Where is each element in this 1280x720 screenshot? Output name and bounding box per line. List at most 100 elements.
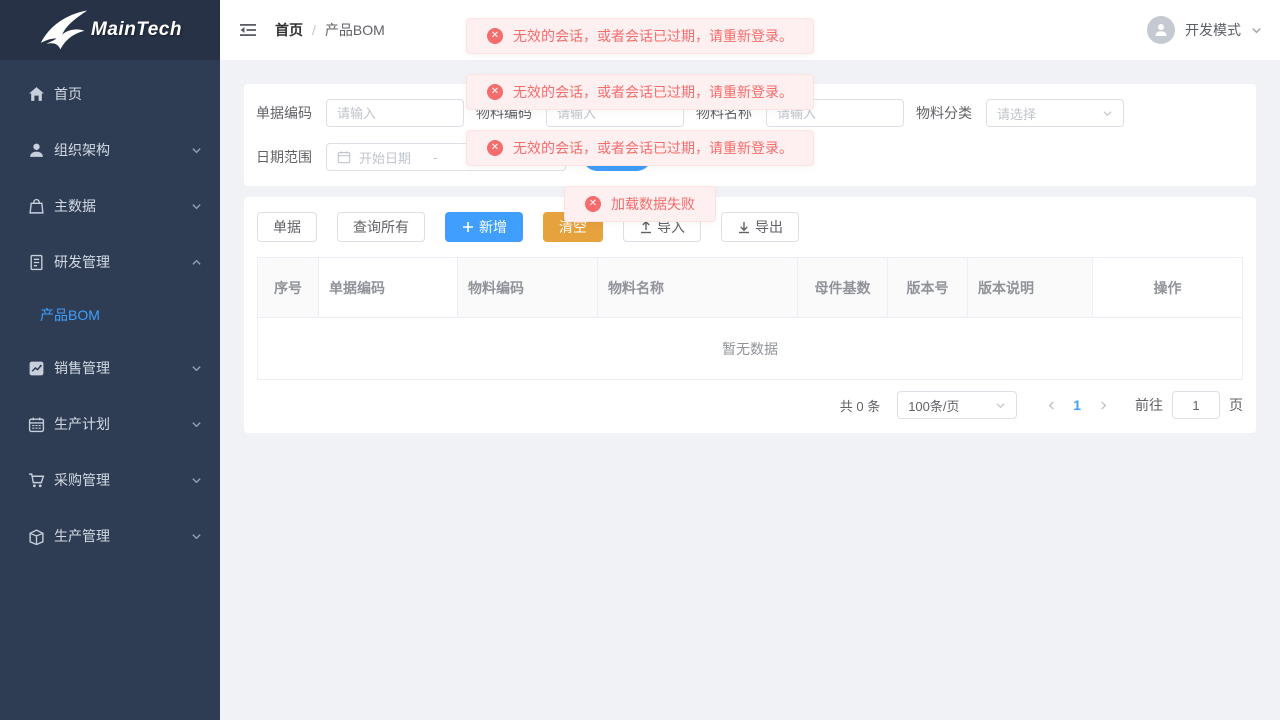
chart-icon	[28, 360, 45, 377]
toast-message: 无效的会话，或者会话已过期，请重新登录。	[513, 26, 793, 46]
error-circle-icon: ✕	[487, 84, 503, 100]
chevron-down-icon	[191, 201, 202, 212]
field-label-material-category: 物料分类	[916, 103, 973, 123]
page-size-value: 100条/页	[908, 396, 959, 415]
sidebar-fold-icon[interactable]	[238, 20, 258, 40]
sidebar-item-organization[interactable]: 组织架构	[0, 122, 220, 178]
home-icon	[28, 86, 45, 103]
column-header-version-note: 版本说明	[968, 258, 1093, 318]
avatar	[1147, 16, 1175, 44]
sidebar-item-label: 采购管理	[54, 470, 110, 490]
breadcrumb-separator: /	[312, 22, 316, 38]
add-button-label: 新增	[479, 217, 507, 237]
sidebar-item-label: 生产管理	[54, 526, 110, 546]
breadcrumb-home[interactable]: 首页	[275, 20, 303, 40]
bag-icon	[28, 198, 45, 215]
sidebar-item-label: 销售管理	[54, 358, 110, 378]
error-circle-icon: ✕	[487, 140, 503, 156]
document-icon	[28, 254, 45, 271]
sidebar: MainTech 首页 组织架构 主数据 研发管理	[0, 0, 220, 720]
next-page-icon[interactable]	[1095, 400, 1111, 411]
table-empty-state: 暂无数据	[258, 318, 1242, 379]
column-header-parent-base: 母件基数	[798, 258, 888, 318]
user-menu[interactable]: 开发模式	[1147, 16, 1262, 44]
column-header-material-code: 物料编码	[458, 258, 598, 318]
bom-table: 序号 单据编码 物料编码 物料名称 母件基数 版本号 版本说明 操作 暂无数据	[257, 257, 1243, 380]
sidebar-item-label: 研发管理	[54, 252, 110, 272]
current-page-number[interactable]: 1	[1073, 397, 1081, 413]
add-button[interactable]: 新增	[445, 212, 523, 242]
brand-swoosh-icon	[38, 9, 90, 51]
goto-label: 前往	[1135, 395, 1163, 415]
plus-icon	[461, 220, 475, 234]
date-start-placeholder: 开始日期	[359, 148, 411, 167]
material-category-select[interactable]: 请选择	[986, 99, 1124, 127]
toast-message: 无效的会话，或者会话已过期，请重新登录。	[513, 138, 793, 158]
sidebar-item-production-management[interactable]: 生产管理	[0, 508, 220, 564]
doc-code-input[interactable]	[326, 99, 464, 127]
column-header-actions: 操作	[1093, 258, 1242, 318]
field-label-doc-code: 单据编码	[256, 103, 313, 123]
user-icon	[28, 142, 45, 159]
breadcrumb: 首页 / 产品BOM	[275, 20, 385, 40]
calendar-icon	[337, 150, 351, 164]
sidebar-item-purchasing-management[interactable]: 采购管理	[0, 452, 220, 508]
chevron-down-icon	[1251, 25, 1262, 36]
column-header-version: 版本号	[888, 258, 968, 318]
toast-message: 加载数据失败	[611, 194, 695, 214]
sidebar-menu: 首页 组织架构 主数据 研发管理 产品BOM	[0, 60, 220, 564]
toast-session-error-1: ✕ 无效的会话，或者会话已过期，请重新登录。	[466, 18, 814, 54]
export-button-label: 导出	[755, 217, 783, 237]
sidebar-item-label: 组织架构	[54, 140, 110, 160]
toast-load-data-failed: ✕ 加载数据失败	[564, 186, 716, 222]
date-separator: -	[433, 150, 437, 165]
export-button[interactable]: 导出	[721, 212, 799, 242]
sidebar-item-production-plan[interactable]: 生产计划	[0, 396, 220, 452]
toolbar: 单据 查询所有 新增 清空 导入 导出	[257, 212, 1243, 242]
document-button[interactable]: 单据	[257, 212, 317, 242]
box-icon	[28, 528, 45, 545]
sidebar-item-sales-management[interactable]: 销售管理	[0, 340, 220, 396]
pagination: 共 0 条 100条/页 1 前往 页	[257, 391, 1243, 419]
chevron-down-icon	[191, 363, 202, 374]
error-circle-icon: ✕	[585, 196, 601, 212]
chevron-down-icon	[995, 400, 1006, 411]
cart-icon	[28, 472, 45, 489]
prev-page-icon[interactable]	[1043, 400, 1059, 411]
chevron-down-icon	[191, 145, 202, 156]
brand-logo: MainTech	[0, 0, 220, 60]
download-icon	[737, 220, 751, 234]
select-placeholder: 请选择	[997, 104, 1036, 123]
query-all-button[interactable]: 查询所有	[337, 212, 425, 242]
calendar-icon	[28, 416, 45, 433]
chevron-down-icon	[191, 475, 202, 486]
goto-page-input[interactable]	[1172, 391, 1220, 419]
chevron-down-icon	[1102, 108, 1113, 119]
breadcrumb-current: 产品BOM	[325, 20, 385, 40]
brand-name: MainTech	[91, 19, 182, 41]
page-size-select[interactable]: 100条/页	[897, 391, 1017, 419]
upload-icon	[639, 220, 653, 234]
sidebar-item-label: 首页	[54, 84, 82, 104]
sidebar-item-label: 主数据	[54, 196, 96, 216]
chevron-down-icon	[191, 419, 202, 430]
column-header-doc-code: 单据编码	[319, 258, 458, 318]
sidebar-item-home[interactable]: 首页	[0, 66, 220, 122]
user-mode-label: 开发模式	[1185, 20, 1241, 40]
error-circle-icon: ✕	[487, 28, 503, 44]
table-header-row: 序号 单据编码 物料编码 物料名称 母件基数 版本号 版本说明 操作	[258, 258, 1242, 318]
column-header-index: 序号	[258, 258, 319, 318]
toast-message: 无效的会话，或者会话已过期，请重新登录。	[513, 82, 793, 102]
sidebar-item-label: 生产计划	[54, 414, 110, 434]
sidebar-item-rnd-management[interactable]: 研发管理	[0, 234, 220, 290]
toast-session-error-2: ✕ 无效的会话，或者会话已过期，请重新登录。	[466, 74, 814, 110]
sidebar-item-master-data[interactable]: 主数据	[0, 178, 220, 234]
sidebar-subitem-label: 产品BOM	[40, 305, 100, 325]
chevron-up-icon	[191, 257, 202, 268]
column-header-material-name: 物料名称	[598, 258, 798, 318]
sidebar-subitem-product-bom[interactable]: 产品BOM	[0, 290, 220, 340]
chevron-down-icon	[191, 531, 202, 542]
table-panel: 单据 查询所有 新增 清空 导入 导出 序号 单据编码 物料编码 物料名称 母件…	[244, 197, 1256, 433]
pagination-total: 共 0 条	[840, 396, 880, 415]
goto-unit: 页	[1229, 395, 1243, 415]
